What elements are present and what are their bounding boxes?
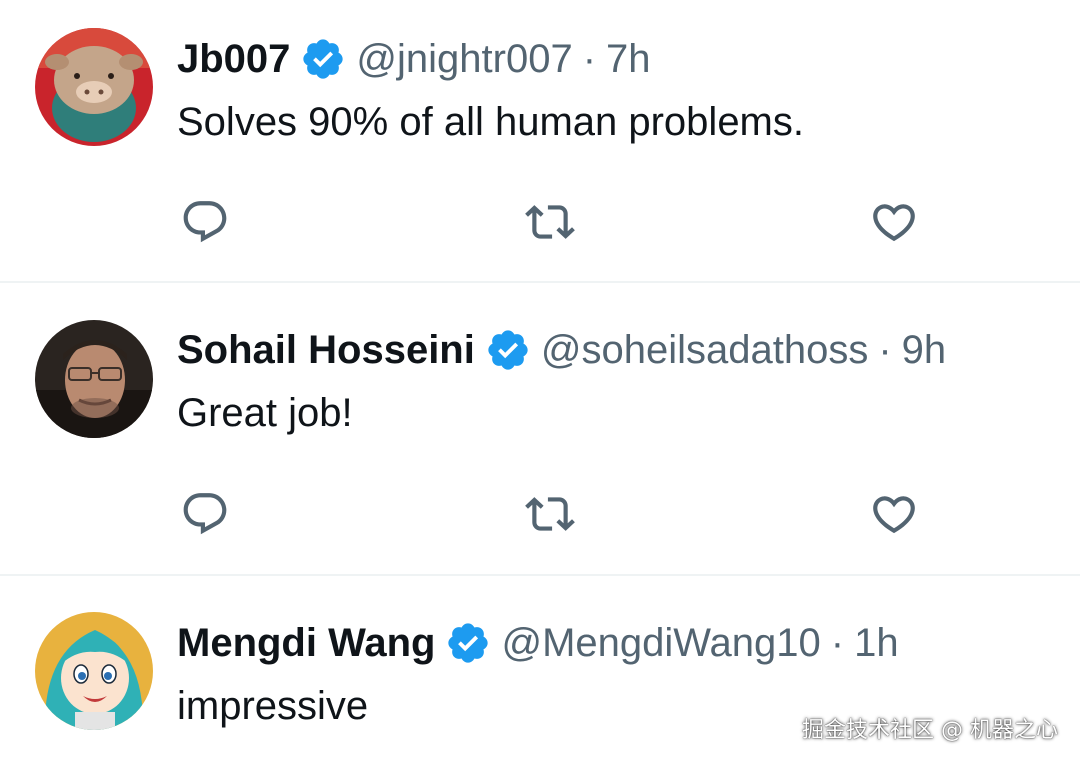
reply-button[interactable] bbox=[180, 489, 230, 539]
retweet-icon bbox=[525, 205, 575, 239]
watermark-text: 掘金技术社区 @ 机器之心 bbox=[802, 718, 1058, 743]
like-icon bbox=[873, 204, 915, 242]
like-button[interactable] bbox=[869, 489, 919, 539]
tweet-timestamp[interactable]: 1h bbox=[854, 621, 899, 666]
reply-icon bbox=[183, 493, 227, 535]
retweet-button[interactable] bbox=[525, 197, 575, 247]
user-handle[interactable]: @jnightr007 bbox=[356, 37, 572, 82]
separator-dot: · bbox=[878, 327, 892, 372]
tweet-timestamp[interactable]: 9h bbox=[902, 328, 947, 373]
separator-dot: · bbox=[830, 620, 845, 665]
tweet-text: impressive bbox=[177, 684, 369, 728]
display-name[interactable]: Mengdi Wang bbox=[177, 621, 435, 666]
reply-icon bbox=[183, 201, 227, 243]
like-button[interactable] bbox=[869, 197, 919, 247]
tweet-text: Great job! bbox=[177, 391, 353, 435]
tweet-timestamp[interactable]: 7h bbox=[606, 37, 651, 82]
verified-badge-icon bbox=[445, 620, 491, 666]
retweet-button[interactable] bbox=[525, 489, 575, 539]
tweet-sohail-hosseini[interactable]: Sohail Hosseini @soheilsadathoss · 9h Gr… bbox=[0, 283, 1080, 574]
reply-button[interactable] bbox=[180, 197, 230, 247]
user-avatar[interactable] bbox=[35, 320, 153, 438]
retweet-icon bbox=[525, 497, 575, 531]
like-icon bbox=[873, 496, 915, 534]
tweet-text: Solves 90% of all human problems. bbox=[177, 100, 804, 144]
user-avatar[interactable] bbox=[35, 28, 153, 146]
user-handle[interactable]: @soheilsadathoss bbox=[541, 328, 868, 373]
verified-badge-icon bbox=[485, 327, 531, 373]
display-name[interactable]: Sohail Hosseini bbox=[177, 328, 475, 373]
display-name[interactable]: Jb007 bbox=[177, 37, 290, 82]
verified-badge-icon bbox=[300, 36, 346, 82]
separator-dot: · bbox=[582, 36, 597, 81]
tweet-jb007[interactable]: Jb007 @jnightr007 · 7h Solves 90% of all… bbox=[0, 0, 1080, 282]
user-handle[interactable]: @MengdiWang10 bbox=[501, 621, 820, 666]
user-avatar[interactable] bbox=[35, 612, 153, 730]
